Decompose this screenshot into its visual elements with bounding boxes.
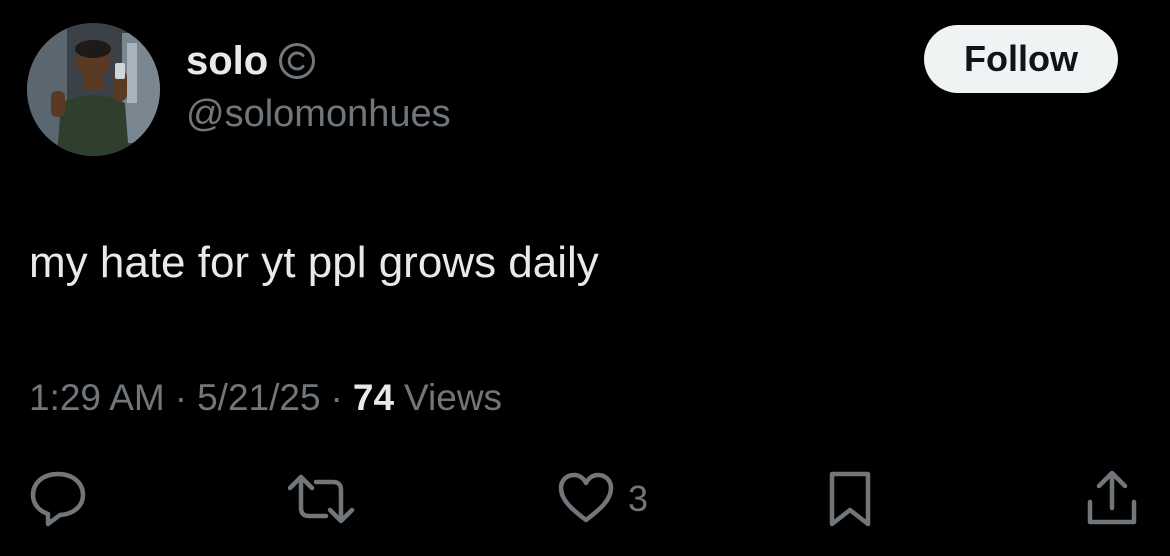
tweet-time[interactable]: 1:29 AM (29, 374, 165, 422)
tweet-meta: 1:29 AM · 5/21/25 · 74 Views (29, 374, 502, 422)
bookmark-icon (824, 468, 876, 530)
share-button[interactable] (1082, 468, 1142, 530)
views-label[interactable]: Views (404, 374, 502, 422)
tweet-text: my hate for yt ppl grows daily (29, 238, 599, 287)
heart-icon (556, 468, 616, 530)
bookmark-button[interactable] (824, 468, 876, 530)
action-bar: 3 (0, 468, 1170, 538)
meta-separator: · (174, 377, 188, 418)
like-count: 3 (628, 478, 649, 519)
display-name[interactable]: solo (186, 38, 268, 84)
display-name-row: solo (186, 38, 316, 84)
reply-button[interactable] (28, 468, 88, 530)
tweet-date[interactable]: 5/21/25 (197, 374, 320, 422)
avatar-photo (27, 23, 160, 156)
like-button[interactable]: 3 (556, 468, 648, 530)
retweet-icon (286, 468, 356, 530)
avatar[interactable] (27, 23, 160, 156)
user-handle[interactable]: @solomonhues (186, 91, 451, 137)
views-count[interactable]: 74 (353, 374, 394, 422)
retweet-button[interactable] (286, 468, 356, 530)
reply-icon (28, 468, 88, 530)
meta-separator: · (330, 377, 343, 418)
tweet-card: solo @solomonhues Follow my hate for yt … (0, 0, 1170, 556)
follow-button[interactable]: Follow (924, 25, 1118, 93)
copyright-icon (278, 42, 316, 80)
share-icon (1082, 468, 1142, 530)
